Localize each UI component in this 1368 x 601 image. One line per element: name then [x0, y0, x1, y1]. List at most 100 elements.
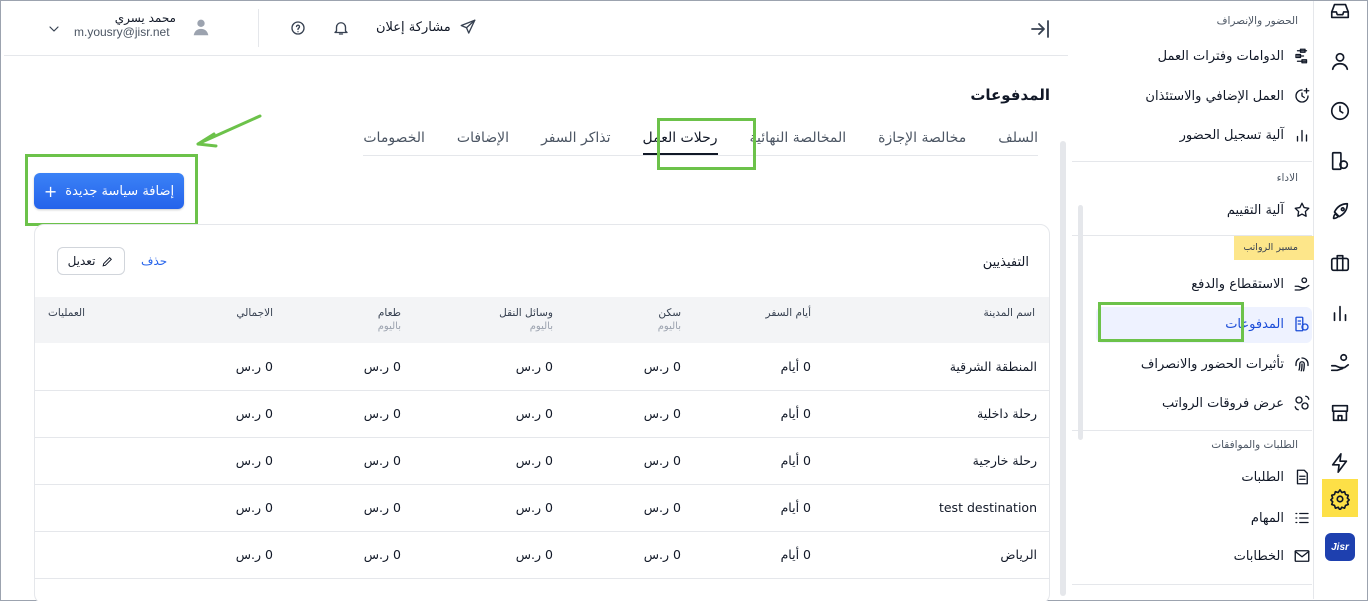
table-row[interactable]: رحلة داخلية 0 أيام 0 ر.س 0 ر.س 0 ر.س 0 ر… — [35, 391, 1049, 438]
days-cell: 0 أيام — [780, 453, 811, 468]
sidebar-item-shifts[interactable]: الدوامات وفترات العمل — [1096, 39, 1312, 73]
housing-cell: 0 ر.س — [643, 500, 681, 515]
avatar[interactable] — [190, 16, 212, 38]
exchange-icon — [1292, 393, 1312, 413]
sidebar-item-letters[interactable]: الخطابات — [1096, 539, 1312, 573]
annotation-box-payments — [1098, 302, 1244, 342]
total-cell: 0 ر.س — [235, 453, 273, 468]
send-icon — [460, 19, 476, 34]
sidebar-item-label: عرض فروقات الرواتب — [1161, 395, 1284, 411]
tab-advances[interactable]: السلف — [998, 124, 1038, 155]
column-header: وسائل النقل باليوم — [499, 307, 553, 332]
settings-gear-icon[interactable] — [1326, 485, 1354, 513]
table-row[interactable]: الرياض 0 أيام 0 ر.س 0 ر.س 0 ر.س 0 ر.س — [35, 532, 1049, 579]
table-row[interactable]: المنطقة الشرقية 0 أيام 0 ر.س 0 ر.س 0 ر.س… — [35, 344, 1049, 391]
total-cell: 0 ر.س — [235, 547, 273, 562]
policy-card: التفيذيين تعديل حذف اسم المدينة أيام الس… — [34, 224, 1050, 601]
envelope-icon — [1292, 546, 1312, 566]
sidebar-item-label: الخطابات — [1233, 548, 1284, 564]
bell-icon[interactable] — [332, 19, 350, 37]
sidebar-scrollbar[interactable] — [1060, 141, 1066, 596]
pencil-icon — [102, 256, 113, 267]
sidebar-item-evaluation[interactable]: آلية التقييم — [1096, 193, 1312, 227]
chevron-down-icon[interactable] — [46, 21, 62, 37]
list-icon — [1292, 508, 1312, 528]
sidebar-item-label: تأثيرات الحضور والانصراف — [1140, 356, 1284, 372]
column-header: أيام السفر — [765, 307, 811, 319]
sidebar-item-label: الاستقطاع والدفع — [1191, 276, 1284, 292]
tab-deductions[interactable]: الخصومات — [363, 124, 425, 155]
user-email: m.yousry@jisr.net — [74, 25, 170, 39]
lightning-icon[interactable] — [1326, 449, 1354, 477]
share-announcement-button[interactable]: مشاركة إعلان — [376, 18, 477, 36]
transport-cell: 0 ر.س — [515, 359, 553, 374]
edit-label: تعديل — [67, 254, 96, 268]
jisr-logo[interactable]: Jisr — [1325, 533, 1355, 561]
clock-plus-icon — [1292, 86, 1312, 106]
food-cell: 0 ر.س — [363, 359, 401, 374]
sidebar-item-salary-differences[interactable]: عرض فروقات الرواتب — [1096, 386, 1312, 420]
sidebar-item-overtime[interactable]: العمل الإضافي والاستئذان — [1096, 79, 1312, 113]
icon-rail: Jisr — [1313, 1, 1367, 599]
annotation-arrow-icon — [196, 114, 262, 148]
column-header: اسم المدينة — [983, 307, 1035, 319]
sidebar-item-attendance-effects[interactable]: تأثيرات الحضور والانصراف — [1096, 347, 1312, 381]
collapse-sidebar-icon[interactable] — [1028, 17, 1052, 41]
content-scrollbar[interactable] — [1078, 205, 1083, 440]
page-title: المدفوعات — [970, 86, 1050, 104]
total-cell: 0 ر.س — [235, 359, 273, 374]
food-cell: 0 ر.س — [363, 547, 401, 562]
tab-travel-tickets[interactable]: تذاكر السفر — [541, 124, 610, 155]
hand-money-icon — [1292, 274, 1312, 294]
table-row[interactable]: test destination 0 أيام 0 ر.س 0 ر.س 0 ر.… — [35, 485, 1049, 532]
city-cell: رحلة داخلية — [977, 406, 1037, 421]
tab-additions[interactable]: الإضافات — [457, 124, 509, 155]
city-cell: الرياض — [1000, 547, 1037, 562]
bar-chart-icon[interactable] — [1326, 299, 1354, 327]
document-icon — [1292, 467, 1312, 487]
fingerprint-icon — [1292, 354, 1312, 374]
transport-cell: 0 ر.س — [515, 406, 553, 421]
star-icon — [1292, 200, 1312, 220]
column-header: طعام باليوم — [377, 307, 401, 332]
hand-coin-icon[interactable] — [1326, 349, 1354, 377]
tab-final-settlement[interactable]: المخالصة النهائية — [750, 124, 847, 155]
table-header: اسم المدينة أيام السفر سكن باليوم وسائل ا… — [35, 297, 1049, 343]
rocket-icon[interactable] — [1326, 198, 1354, 226]
annotation-box-tab — [657, 118, 756, 170]
sidebar-section-attendance: الحضور والإنصراف — [1216, 15, 1298, 27]
tab-leave-settlement[interactable]: مخالصة الإجازة — [878, 124, 966, 155]
food-cell: 0 ر.س — [363, 500, 401, 515]
sidebar-item-label: المهام — [1250, 510, 1284, 526]
store-icon[interactable] — [1326, 399, 1354, 427]
transport-cell: 0 ر.س — [515, 500, 553, 515]
housing-cell: 0 ر.س — [643, 359, 681, 374]
total-cell: 0 ر.س — [235, 406, 273, 421]
sidebar-section-requests: الطلبات والموافقات — [1211, 439, 1298, 451]
sidebar-section-payroll: مسير الرواتب — [1243, 242, 1298, 253]
clock-icon[interactable] — [1326, 97, 1354, 125]
housing-cell: 0 ر.س — [643, 406, 681, 421]
sidebar-item-deductions[interactable]: الاستقطاع والدفع — [1096, 267, 1312, 301]
sidebar-divider — [1072, 430, 1312, 431]
user-icon[interactable] — [1326, 47, 1354, 75]
edit-button[interactable]: تعديل — [57, 247, 125, 275]
sidebar-item-tasks[interactable]: المهام — [1096, 501, 1312, 535]
sidebar-item-label: الدوامات وفترات العمل — [1157, 48, 1284, 64]
delete-link[interactable]: حذف — [141, 254, 167, 268]
table-row[interactable]: رحلة خارجية 0 أيام 0 ر.س 0 ر.س 0 ر.س 0 ر… — [35, 438, 1049, 485]
user-info[interactable]: محمد يسري m.yousry@jisr.net — [74, 11, 176, 39]
help-icon[interactable] — [289, 19, 307, 37]
sidebar-divider — [1072, 161, 1312, 162]
sidebar-section-performance: الاداء — [1276, 172, 1298, 184]
topbar-divider — [258, 9, 259, 47]
sidebar: الحضور والإنصراف الدوامات وفترات العمل ا… — [1058, 1, 1314, 599]
sidebar-item-attendance-mechanism[interactable]: آلية تسجيل الحضور — [1096, 118, 1312, 152]
payroll-icon[interactable] — [1326, 147, 1354, 175]
inbox-icon[interactable] — [1326, 0, 1354, 25]
sidebar-item-requests[interactable]: الطلبات — [1096, 460, 1312, 494]
sidebar-item-label: العمل الإضافي والاستئذان — [1145, 88, 1284, 104]
city-cell: رحلة خارجية — [972, 453, 1037, 468]
briefcase-icon[interactable] — [1326, 249, 1354, 277]
card-title: التفيذيين — [982, 255, 1029, 270]
